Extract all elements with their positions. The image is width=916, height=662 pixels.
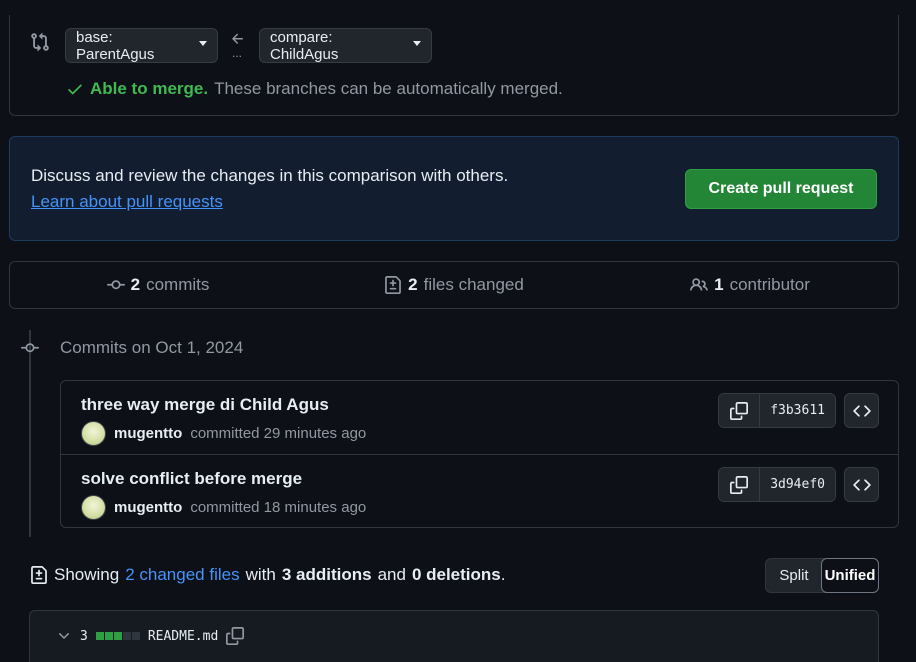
file-diff-icon [30,566,48,584]
arrow-left-icon [230,31,246,47]
contributors-tab[interactable]: 1 contributor [602,262,898,308]
git-commit-icon [106,276,125,294]
commit-author[interactable]: mugentto [114,499,182,516]
showing-label: Showing [54,565,120,584]
additions-count: 3 additions [281,565,372,584]
copy-icon [730,475,749,494]
contributors-label: contributor [729,275,810,294]
base-branch-label: base: ParentAgus [76,28,155,63]
check-icon [66,80,84,98]
code-icon [852,476,871,494]
commit-title[interactable]: three way merge di Child Agus [81,395,329,415]
changed-files-link[interactable]: 2 changed files [125,565,239,585]
copy-icon [730,401,749,420]
create-pull-request-button[interactable]: Create pull request [685,169,877,209]
merge-status-label: Able to merge. [90,79,209,98]
commits-tab[interactable]: 2 commits [10,262,306,308]
files-label: files changed [423,275,524,294]
unified-view-button[interactable]: Unified [821,558,879,593]
diffstat-block-added [104,632,113,640]
file-change-count: 3 [80,628,88,644]
commits-count: 2 [130,275,141,294]
git-commit-icon [20,339,40,357]
base-branch-select[interactable]: base: ParentAgus [65,28,218,63]
create-pr-prompt: Discuss and review the changes in this c… [9,136,899,241]
merge-status-message: These branches can be automatically merg… [214,79,563,98]
summary-period: . [500,565,506,584]
commits-date-heading: Commits on Oct 1, 2024 [60,338,244,357]
commits-label: commits [146,275,210,294]
file-diff-header: 3 README.md [29,610,879,662]
deletions-count: 0 deletions [411,565,501,584]
compare-branch-label: compare: ChildAgus [270,28,339,63]
commit-sha-link[interactable]: 3d94ef0 [760,468,835,501]
range-dots: ... [232,46,243,60]
commit-sha-group: 3d94ef0 [718,467,836,502]
diffstat-block-neutral [122,632,131,640]
diff-view-toggle: Split Unified [765,558,879,593]
split-view-button[interactable]: Split [766,559,822,592]
commit-author[interactable]: mugentto [114,425,182,442]
copy-sha-button[interactable] [719,468,761,501]
discuss-text: Discuss and review the changes in this c… [31,166,509,185]
chevron-down-icon[interactable] [56,628,72,644]
chevron-down-icon [413,41,421,46]
commit-sha-group: f3b3611 [718,393,836,428]
merge-status: Able to merge. These branches can be aut… [66,79,563,99]
people-icon [690,276,708,294]
copy-icon[interactable] [226,627,245,645]
file-header-row: 3 README.md [56,627,245,645]
commit-time: committed 29 minutes ago [190,425,367,442]
commit-row: three way merge di Child Agus mugentto c… [61,381,898,454]
avatar[interactable] [81,421,106,446]
commit-meta: mugentto committed 18 minutes ago [81,495,366,520]
code-icon [852,402,871,420]
git-compare-icon [30,32,50,52]
compare-stats-bar: 2 commits 2 files changed 1 contributor [9,261,899,309]
diffstat-block-added [113,632,122,640]
with-label: with [245,565,276,584]
diff-summary: Showing 2 changed files with 3 additions… [30,565,505,585]
avatar[interactable] [81,495,106,520]
commit-title[interactable]: solve conflict before merge [81,469,302,489]
chevron-down-icon [199,41,207,46]
commit-list: three way merge di Child Agus mugentto c… [60,380,899,528]
diffstat-block-neutral [131,632,140,640]
file-name-link[interactable]: README.md [148,629,218,644]
browse-files-button[interactable] [844,467,879,502]
and-label: and [377,565,406,584]
diffstat-bar [95,632,140,640]
learn-pr-link[interactable]: Learn about pull requests [31,192,223,212]
browse-files-button[interactable] [844,393,879,428]
files-count: 2 [408,275,418,294]
diffstat-block-added [95,632,104,640]
commit-meta: mugentto committed 29 minutes ago [81,421,366,446]
file-diff-icon [384,276,402,294]
commit-row: solve conflict before merge mugentto com… [61,454,898,527]
commit-sha-link[interactable]: f3b3611 [760,394,835,427]
contributors-count: 1 [714,275,724,294]
timeline-line [29,330,31,537]
commit-time: committed 18 minutes ago [190,499,367,516]
copy-sha-button[interactable] [719,394,761,427]
compare-branch-select[interactable]: compare: ChildAgus [259,28,432,63]
files-changed-tab[interactable]: 2 files changed [306,262,602,308]
